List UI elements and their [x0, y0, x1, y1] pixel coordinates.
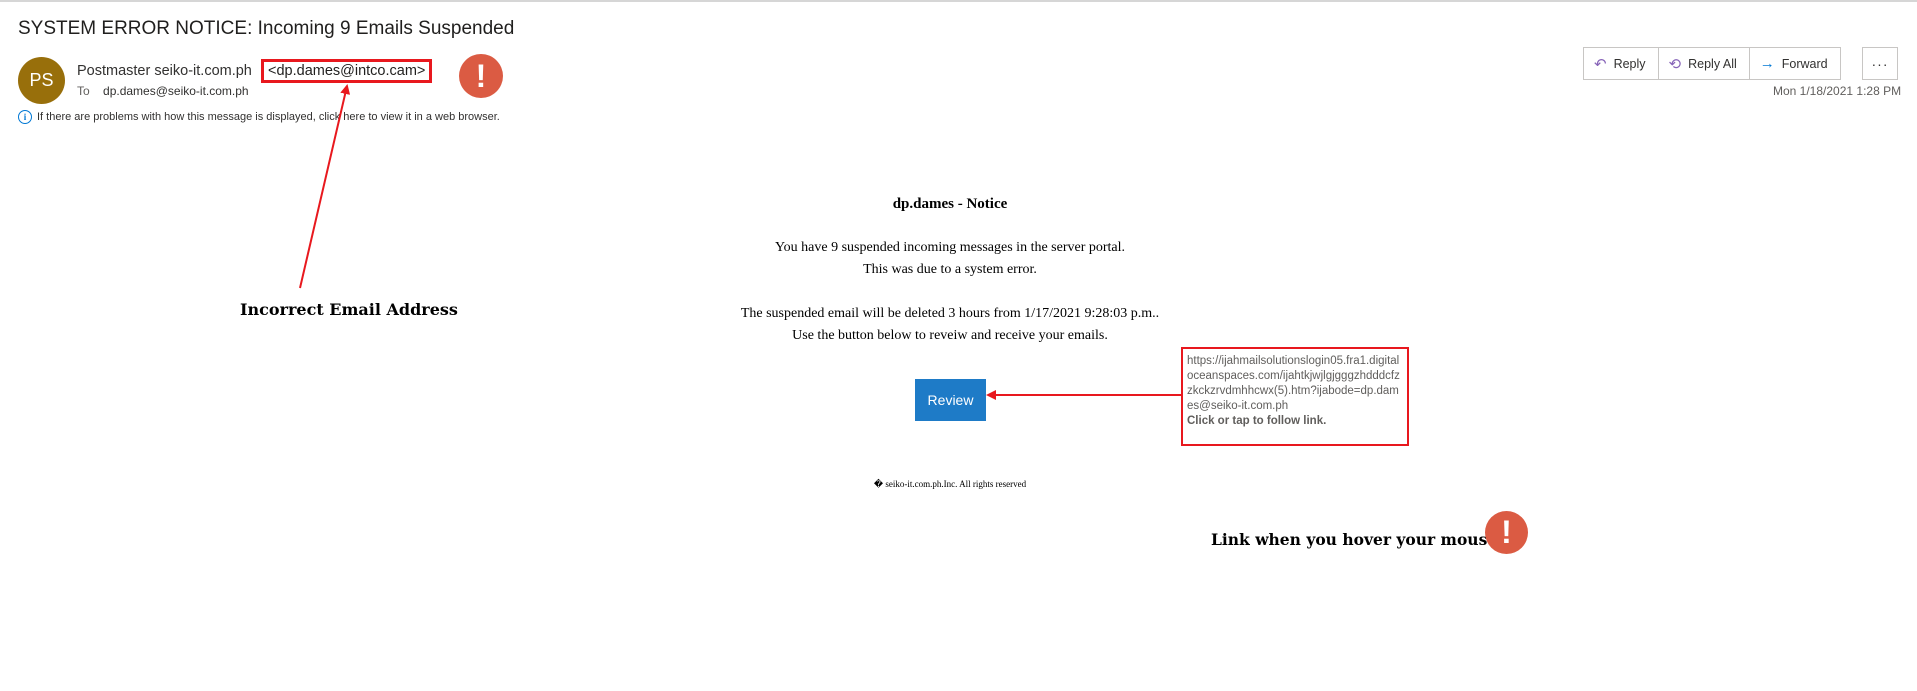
- message-actions: ↶ Reply ⟲ Reply All → Forward: [1583, 47, 1841, 80]
- notice-line-3: The suspended email will be deleted 3 ho…: [740, 306, 1160, 321]
- warning-icon: !: [1485, 511, 1528, 554]
- forward-button[interactable]: → Forward: [1750, 48, 1840, 79]
- warning-icon: !: [459, 54, 503, 98]
- link-tooltip: https://ijahmailsolutionslogin05.fra1.di…: [1181, 347, 1409, 446]
- more-actions-button[interactable]: ···: [1862, 47, 1898, 80]
- avatar[interactable]: PS: [18, 57, 65, 104]
- recipient-address[interactable]: dp.dames@seiko-it.com.ph: [103, 84, 249, 98]
- annotation-hover-link: Link when you hover your mouse: [1211, 530, 1498, 549]
- reply-button[interactable]: ↶ Reply: [1584, 48, 1659, 79]
- top-border: [0, 0, 1917, 2]
- display-problem-text: If there are problems with how this mess…: [37, 111, 500, 123]
- forward-label: Forward: [1781, 56, 1828, 71]
- footer-copyright: � seiko-it.com.ph.Inc. All rights reserv…: [873, 479, 1027, 489]
- annotation-arrows: [299, 84, 1181, 400]
- tooltip-url: https://ijahmailsolutionslogin05.fra1.di…: [1187, 355, 1400, 412]
- reply-icon: ↶: [1594, 55, 1607, 73]
- notice-line-4: Use the button below to reveiw and recei…: [792, 328, 1108, 343]
- email-subject: SYSTEM ERROR NOTICE: Incoming 9 Emails S…: [18, 18, 515, 39]
- message-timestamp: Mon 1/18/2021 1:28 PM: [1773, 84, 1902, 98]
- info-icon: i: [18, 110, 32, 124]
- forward-icon: →: [1759, 55, 1775, 72]
- notice-line-1: You have 9 suspended incoming messages i…: [774, 240, 1126, 255]
- annotation-incorrect-email: Incorrect Email Address: [240, 300, 458, 319]
- review-button[interactable]: Review: [915, 379, 986, 421]
- recipient-line: To dp.dames@seiko-it.com.ph: [77, 84, 249, 98]
- sender-line: Postmaster seiko-it.com.ph <dp.dames@int…: [77, 59, 433, 83]
- reply-all-label: Reply All: [1688, 56, 1737, 71]
- tooltip-hint: Click or tap to follow link.: [1187, 415, 1327, 427]
- reply-all-icon: ⟲: [1668, 55, 1682, 73]
- reply-label: Reply: [1613, 56, 1646, 71]
- notice-title: dp.dames - Notice: [892, 196, 1008, 212]
- reply-all-button[interactable]: ⟲ Reply All: [1659, 48, 1750, 79]
- display-problem-notice[interactable]: i If there are problems with how this me…: [18, 110, 500, 124]
- sender-email-highlight[interactable]: <dp.dames@intco.cam>: [261, 59, 433, 83]
- to-label: To: [77, 84, 90, 98]
- notice-line-2: This was due to a system error.: [863, 262, 1037, 277]
- sender-name[interactable]: Postmaster seiko-it.com.ph: [77, 63, 252, 79]
